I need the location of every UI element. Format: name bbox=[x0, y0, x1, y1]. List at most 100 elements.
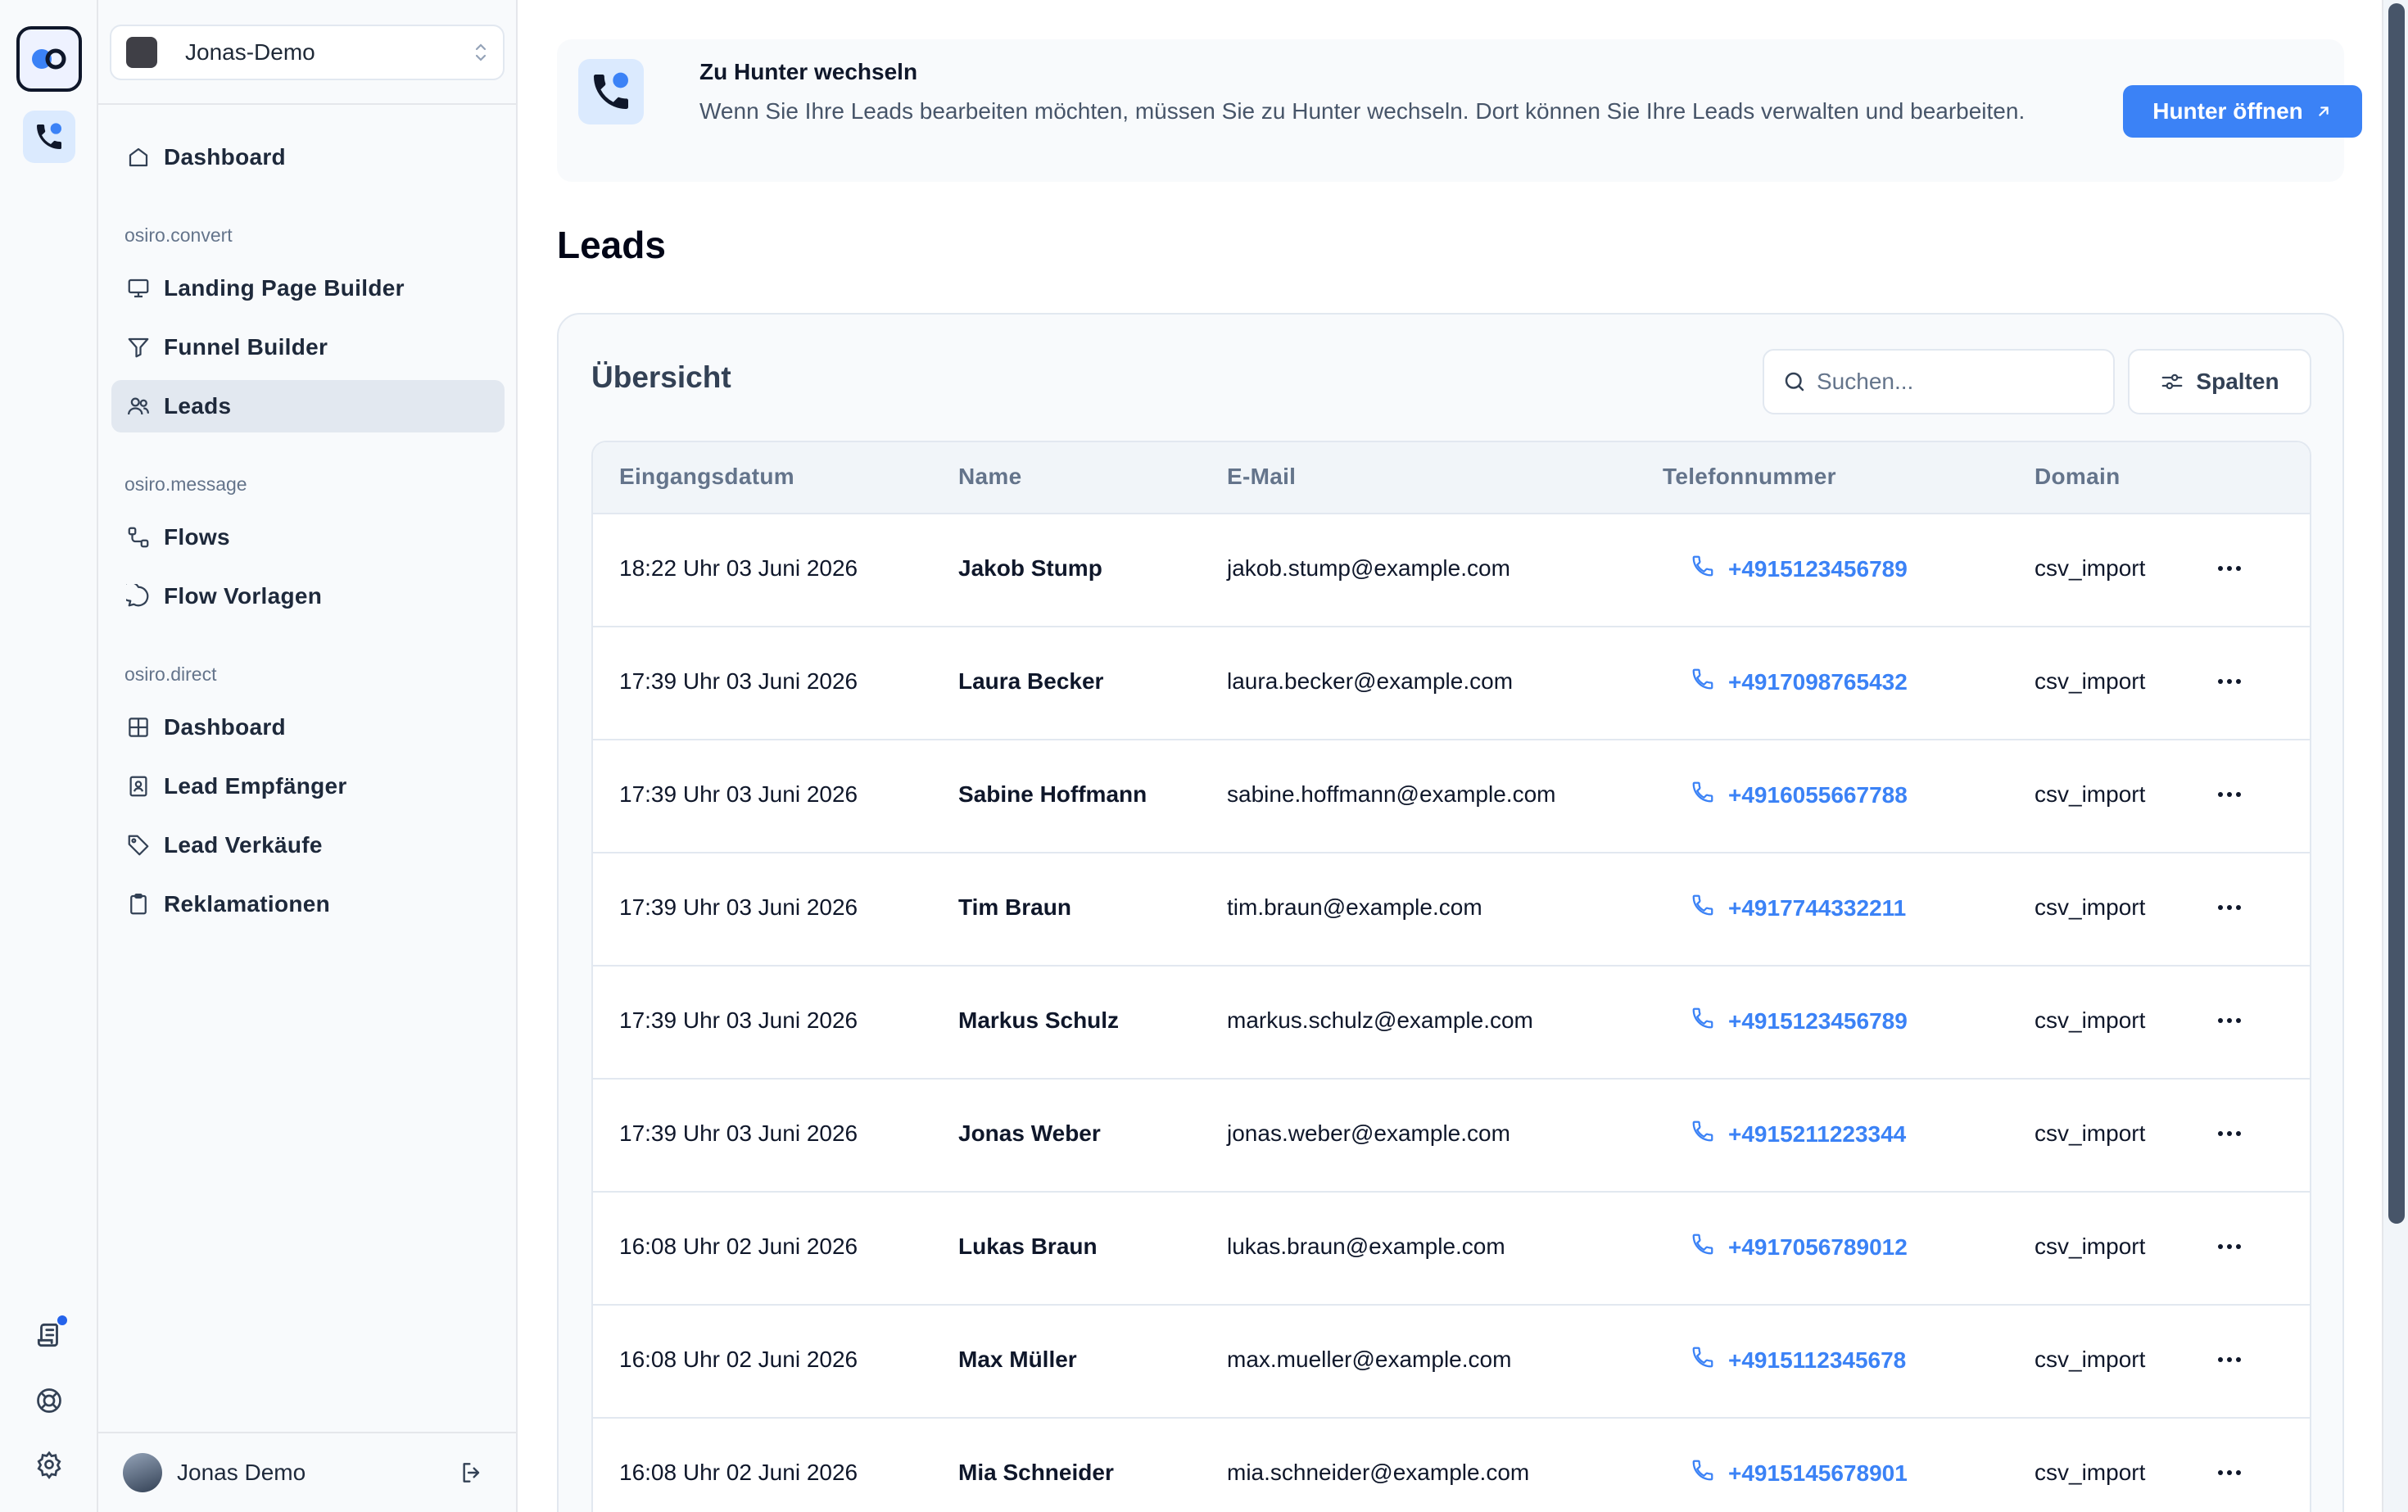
scrollbar-thumb[interactable] bbox=[2388, 3, 2405, 1224]
phone-link[interactable]: +4917744332211 bbox=[1691, 893, 1906, 923]
osiro-logo-icon[interactable] bbox=[16, 26, 82, 92]
phone-app-icon[interactable] bbox=[23, 111, 75, 163]
col-header-domain[interactable]: Domain bbox=[2035, 464, 2120, 490]
search-input[interactable] bbox=[1817, 369, 2112, 395]
table-row[interactable]: 18:22 Uhr 03 Juni 2026 Jakob Stump jakob.s… bbox=[593, 514, 2310, 627]
home-icon bbox=[124, 143, 152, 171]
phone-link[interactable]: +4917056789012 bbox=[1691, 1232, 1908, 1262]
sidebar-item-lead-empfaenger[interactable]: Lead Empfänger bbox=[111, 760, 505, 813]
more-options-icon[interactable] bbox=[2211, 1456, 2247, 1489]
more-options-icon[interactable] bbox=[2211, 1004, 2247, 1037]
cell-date: 17:39 Uhr 03 Juni 2026 bbox=[619, 894, 858, 920]
sidebar-item-reklamationen[interactable]: Reklamationen bbox=[111, 878, 505, 930]
more-options-icon[interactable] bbox=[2211, 552, 2247, 585]
cell-email: mia.schneider@example.com bbox=[1227, 1460, 1530, 1485]
phone-link[interactable]: +4915112345678 bbox=[1691, 1345, 1906, 1375]
workspace-switcher[interactable]: Jonas-Demo bbox=[110, 25, 505, 80]
cell-email: max.mueller@example.com bbox=[1227, 1347, 1512, 1372]
table-row[interactable]: 17:39 Uhr 03 Juni 2026 Sabine Hoffmann sab… bbox=[593, 740, 2310, 853]
table-row[interactable]: 17:39 Uhr 03 Juni 2026 Markus Schulz marku… bbox=[593, 967, 2310, 1080]
phone-icon bbox=[1691, 1006, 1715, 1036]
phone-link[interactable]: +4915123456789 bbox=[1691, 554, 1908, 584]
sidebar-item-flow-vorlagen[interactable]: Flow Vorlagen bbox=[111, 570, 505, 622]
phone-link[interactable]: +4915211223344 bbox=[1691, 1119, 1906, 1149]
more-options-icon[interactable] bbox=[2211, 891, 2247, 924]
chat-bubble-icon bbox=[124, 582, 152, 610]
logout-icon[interactable] bbox=[459, 1460, 485, 1490]
cell-phone: +4917744332211 bbox=[1728, 894, 1907, 921]
grid-icon bbox=[124, 713, 152, 741]
phone-link[interactable]: +4915123456789 bbox=[1691, 1006, 1908, 1036]
sidebar-item-label: Reklamationen bbox=[164, 891, 331, 917]
section-label-convert: osiro.convert bbox=[124, 224, 233, 246]
sidebar-item-funnel-builder[interactable]: Funnel Builder bbox=[111, 321, 505, 373]
col-header-date[interactable]: Eingangsdatum bbox=[619, 464, 794, 490]
sliders-icon bbox=[2162, 373, 2183, 390]
sidebar-item-leads[interactable]: Leads bbox=[111, 380, 505, 432]
search-icon bbox=[1785, 372, 1804, 392]
more-options-icon[interactable] bbox=[2211, 778, 2247, 811]
users-icon bbox=[124, 392, 152, 420]
col-header-name[interactable]: Name bbox=[958, 464, 1021, 490]
col-header-email[interactable]: E-Mail bbox=[1227, 464, 1296, 490]
leads-table: Eingangsdatum Name E-Mail Telefonnummer … bbox=[591, 441, 2311, 1512]
open-hunter-button[interactable]: Hunter öffnen bbox=[2123, 85, 2362, 138]
cell-domain: csv_import bbox=[2035, 1234, 2146, 1259]
phone-icon bbox=[1691, 667, 1715, 697]
section-label-direct: osiro.direct bbox=[124, 663, 217, 685]
cell-date: 18:22 Uhr 03 Juni 2026 bbox=[619, 555, 858, 581]
cell-date: 17:39 Uhr 03 Juni 2026 bbox=[619, 1007, 858, 1033]
phone-icon bbox=[1691, 1345, 1715, 1375]
phone-icon bbox=[1691, 554, 1715, 584]
cell-date: 17:39 Uhr 03 Juni 2026 bbox=[619, 781, 858, 807]
more-options-icon[interactable] bbox=[2211, 1117, 2247, 1150]
cell-date: 16:08 Uhr 02 Juni 2026 bbox=[619, 1460, 858, 1485]
divider bbox=[98, 103, 518, 105]
sidebar-item-label: Landing Page Builder bbox=[164, 275, 405, 301]
cell-domain: csv_import bbox=[2035, 781, 2146, 807]
more-options-icon[interactable] bbox=[2211, 1230, 2247, 1263]
main-content: Zu Hunter wechseln Wenn Sie Ihre Leads b… bbox=[518, 0, 2382, 1512]
table-row[interactable]: 17:39 Uhr 03 Juni 2026 Laura Becker laura.… bbox=[593, 627, 2310, 740]
cell-domain: csv_import bbox=[2035, 1007, 2146, 1033]
sidebar-item-dashboard[interactable]: Dashboard bbox=[111, 131, 505, 183]
search-box[interactable] bbox=[1763, 349, 2115, 414]
phone-icon bbox=[1691, 1119, 1715, 1149]
table-row[interactable]: 17:39 Uhr 03 Juni 2026 Tim Braun tim.braun… bbox=[593, 853, 2310, 967]
sidebar-item-flows[interactable]: Flows bbox=[111, 511, 505, 564]
table-row[interactable]: 16:08 Uhr 02 Juni 2026 Max Müller max.muel… bbox=[593, 1306, 2310, 1419]
sidebar-item-lead-verkaeufe[interactable]: Lead Verkäufe bbox=[111, 819, 505, 871]
sidebar-item-landing-page-builder[interactable]: Landing Page Builder bbox=[111, 262, 505, 315]
table-row[interactable]: 16:08 Uhr 02 Juni 2026 Mia Schneider mia.s… bbox=[593, 1419, 2310, 1512]
col-header-phone[interactable]: Telefonnummer bbox=[1663, 464, 1836, 490]
more-options-icon[interactable] bbox=[2211, 665, 2247, 698]
settings-gear-icon[interactable] bbox=[29, 1445, 69, 1484]
phone-link[interactable]: +4915145678901 bbox=[1691, 1458, 1908, 1488]
cell-date: 17:39 Uhr 03 Juni 2026 bbox=[619, 668, 858, 694]
contact-card-icon bbox=[124, 772, 152, 800]
open-hunter-label: Hunter öffnen bbox=[2152, 98, 2303, 124]
changelog-icon[interactable] bbox=[29, 1314, 69, 1355]
banner-text: Wenn Sie Ihre Leads bearbeiten möchten, … bbox=[699, 98, 2026, 124]
cell-date: 17:39 Uhr 03 Juni 2026 bbox=[619, 1120, 858, 1146]
table-row[interactable]: 16:08 Uhr 02 Juni 2026 Lukas Braun lukas.b… bbox=[593, 1193, 2310, 1306]
phone-link[interactable]: +4916055667788 bbox=[1691, 780, 1908, 810]
user-name: Jonas Demo bbox=[177, 1460, 306, 1485]
user-profile[interactable]: Jonas Demo bbox=[123, 1453, 306, 1492]
cell-domain: csv_import bbox=[2035, 1460, 2146, 1485]
more-options-icon[interactable] bbox=[2211, 1343, 2247, 1376]
sidebar-item-direct-dashboard[interactable]: Dashboard bbox=[111, 701, 505, 754]
cell-phone: +4915211223344 bbox=[1728, 1120, 1907, 1147]
cell-domain: csv_import bbox=[2035, 668, 2146, 694]
phone-icon bbox=[1691, 1458, 1715, 1488]
scrollbar[interactable] bbox=[2382, 0, 2408, 1512]
columns-button[interactable]: Spalten bbox=[2128, 349, 2311, 414]
phone-link[interactable]: +4917098765432 bbox=[1691, 667, 1908, 697]
sidebar-item-label: Dashboard bbox=[164, 714, 286, 740]
help-lifebuoy-icon[interactable] bbox=[29, 1381, 69, 1420]
sidebar-item-label: Flows bbox=[164, 524, 230, 550]
cell-domain: csv_import bbox=[2035, 894, 2146, 920]
cell-domain: csv_import bbox=[2035, 1347, 2146, 1372]
table-row[interactable]: 17:39 Uhr 03 Juni 2026 Jonas Weber jonas.w… bbox=[593, 1080, 2310, 1193]
arrow-up-right-icon bbox=[2319, 106, 2329, 116]
